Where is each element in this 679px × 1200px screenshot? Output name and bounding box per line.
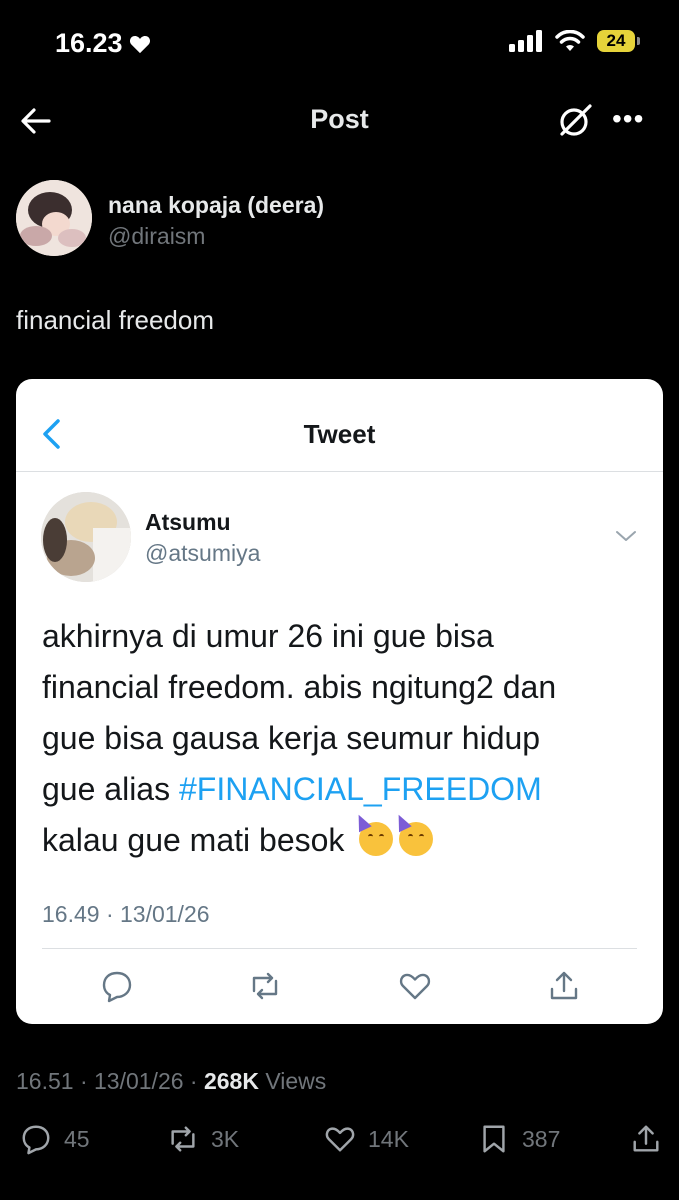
bookmark-icon [483,1125,505,1153]
embedded-text-line: gue bisa gausa kerja seumur hidup [42,720,541,756]
author-avatar[interactable] [16,180,92,256]
embedded-tweet-text: akhirnya di umur 26 ini gue bisa financi… [42,611,642,866]
embedded-header-title: Tweet [303,419,376,449]
status-time: 16.23 [55,28,151,59]
embedded-text-last: kalau gue mati besok [42,822,354,858]
embedded-text-prefix: gue alias [42,771,179,807]
embedded-text-line: kalau gue mati besok [42,811,642,866]
embedded-divider [42,948,637,949]
signal-icon [509,30,542,52]
like-icon [399,973,431,1000]
battery-icon: 24 [597,30,640,52]
reply-button[interactable]: 45 [20,1123,90,1155]
embedded-author-handle: @atsumiya [145,540,261,566]
chevron-down-icon [616,531,636,541]
share-icon [633,1125,659,1152]
embedded-author-avatar [41,492,131,582]
post-text: financial freedom [16,305,214,335]
bookmark-button[interactable]: 387 [478,1123,560,1155]
embedded-timestamp: 16.49 · 13/01/26 [42,901,210,927]
status-time-text: 16.23 [55,28,123,58]
heart-icon [129,35,150,53]
grok-icon[interactable] [556,100,596,140]
views-label: Views [265,1068,327,1094]
post-timestamp: 16.51 · 13/01/26 · [16,1068,198,1094]
like-icon [325,1127,355,1152]
embedded-text-line: gue alias #FINANCIAL_FREEDOM [42,764,642,815]
retweet-count: 3K [211,1125,240,1152]
reply-icon [102,971,132,1003]
share-button[interactable] [630,1123,662,1155]
embedded-divider [16,471,663,472]
more-icon[interactable]: ••• [612,104,650,138]
embedded-text-line: financial freedom. abis ngitung2 dan [42,669,557,705]
embedded-text-line: akhirnya di umur 26 ini gue bisa [42,618,494,654]
author-name[interactable]: nana kopaja (deera) [108,192,324,219]
like-button[interactable]: 14K [324,1123,409,1155]
author-handle[interactable]: @diraism [108,223,205,250]
retweet-icon [171,1126,195,1152]
partying-face-emoji [352,811,394,856]
wifi-icon [555,30,585,51]
like-count: 14K [368,1125,409,1152]
post-meta: 16.51 · 13/01/26 · 268K Views [16,1068,326,1095]
bookmark-count: 387 [522,1125,561,1152]
share-icon [550,971,578,1000]
retweet-button[interactable]: 3K [167,1123,239,1155]
embedded-tweet-image[interactable]: Tweet Atsumu @atsumiya akhirnya di umur … [16,379,663,1024]
embedded-author-name: Atsumu [145,509,231,535]
views-count: 268K [203,1068,259,1094]
hashtag-link: #FINANCIAL_FREEDOM [178,771,542,807]
retweet-icon [252,972,278,1000]
partying-face-emoji [392,811,434,856]
status-indicators: 24 [509,30,640,52]
battery-level: 24 [606,31,626,50]
reply-count: 45 [64,1125,90,1152]
reply-icon [22,1125,50,1155]
